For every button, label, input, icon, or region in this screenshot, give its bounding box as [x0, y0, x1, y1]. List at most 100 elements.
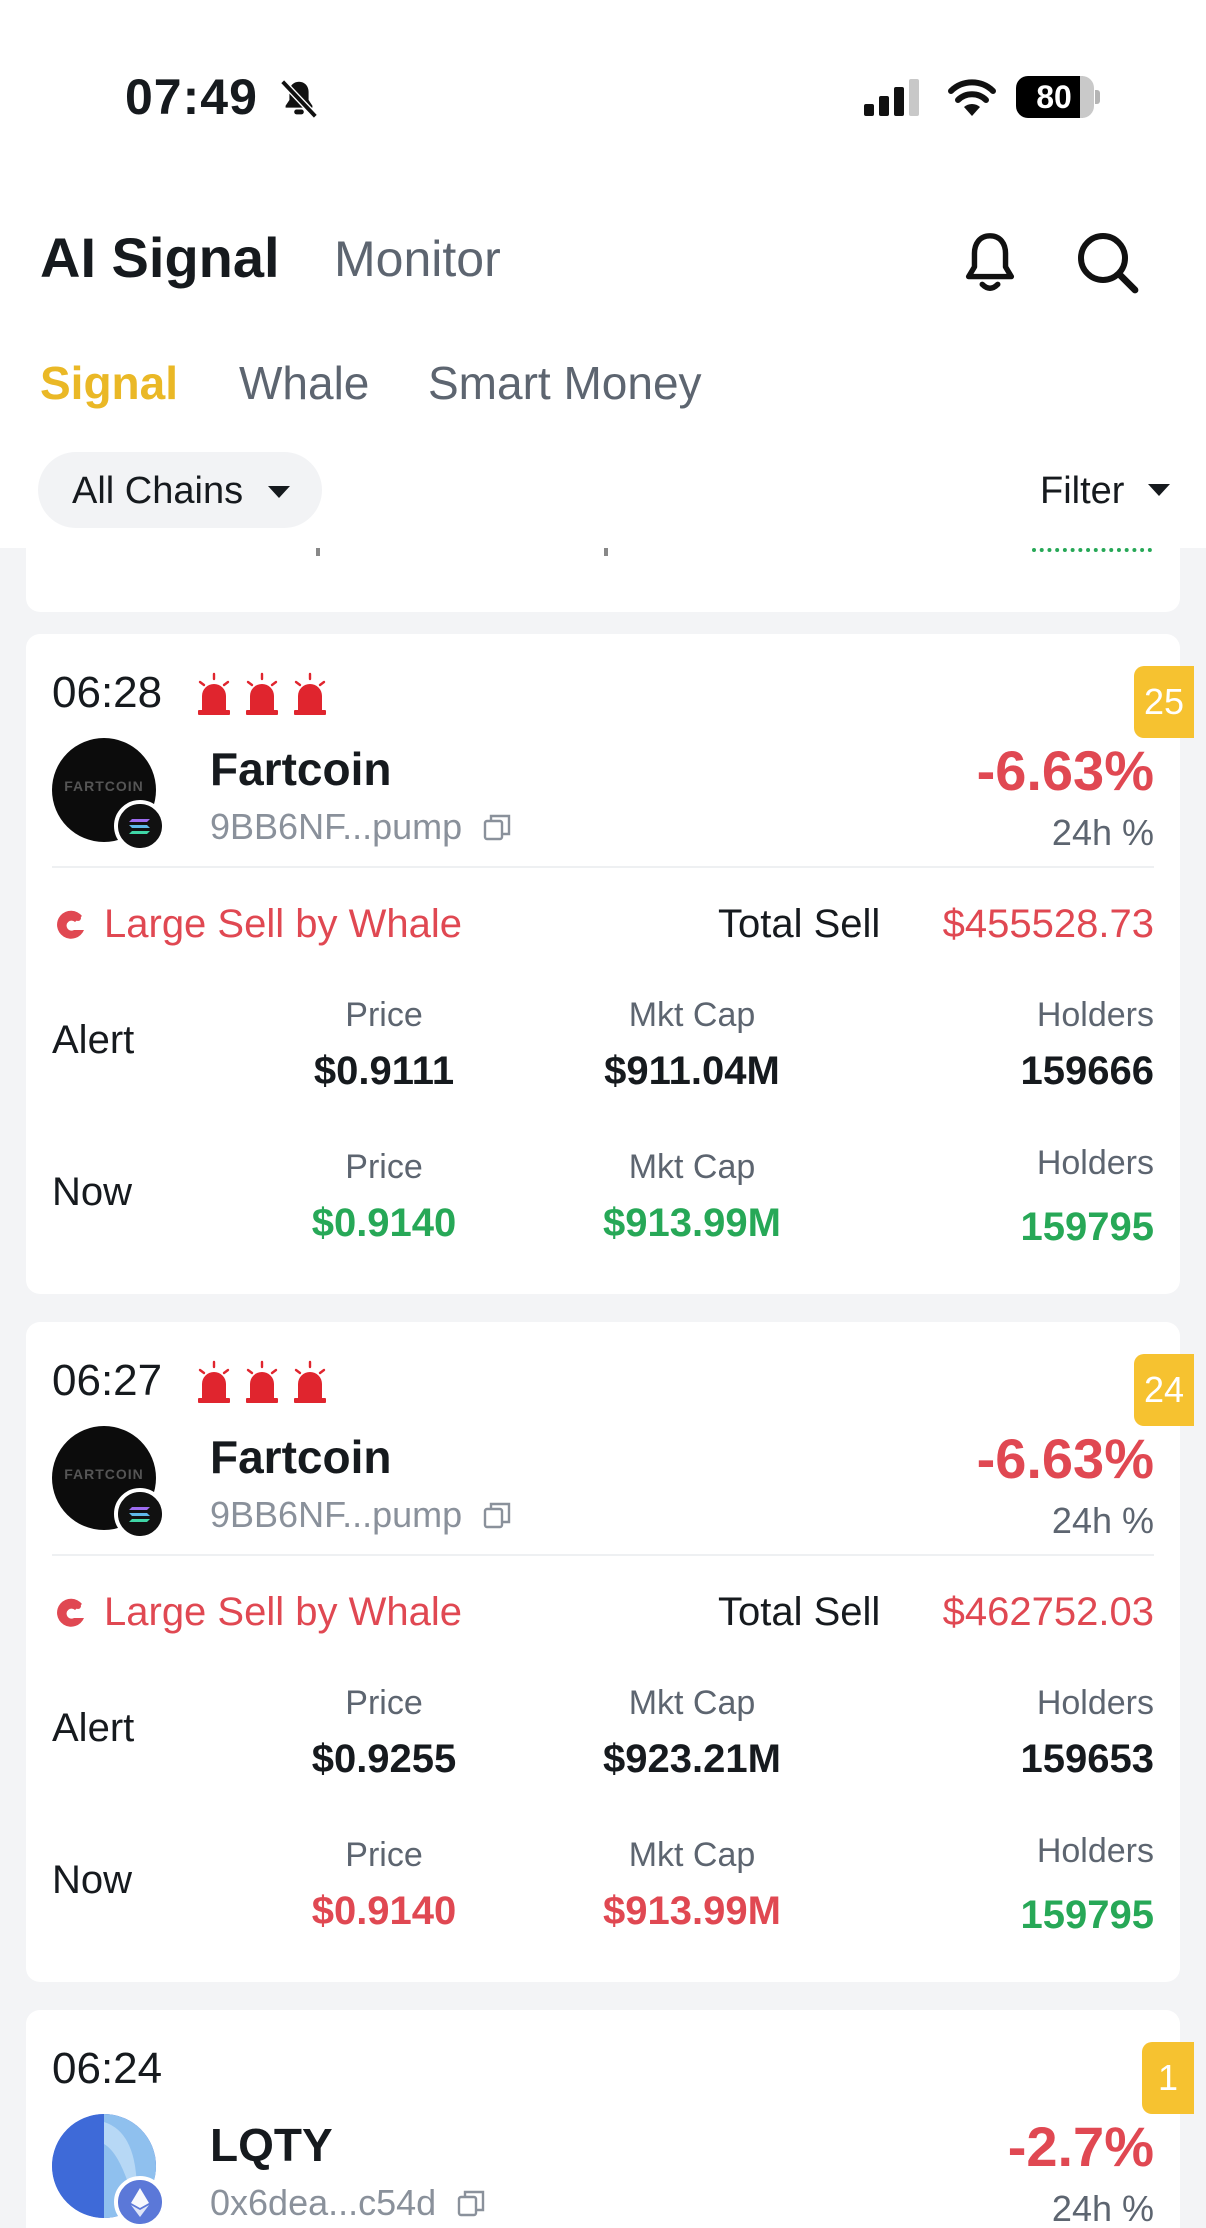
siren-alert-icon — [198, 672, 326, 715]
now-row-label: Now — [52, 1170, 133, 1214]
holders-label: Holders — [1036, 1684, 1154, 1722]
token-name[interactable]: LQTY — [210, 2118, 333, 2172]
holders-value: 159795 — [1020, 1205, 1154, 1249]
fartcoin-logo-icon: FARTCOIN — [64, 1466, 144, 1482]
solana-chain-icon — [114, 800, 166, 852]
token-address: 9BB6NF...pump — [210, 1494, 463, 1535]
now-mkt-cap: Mkt Cap $913.99M — [542, 1148, 842, 1246]
solana-chain-icon — [114, 1488, 166, 1540]
change-label: 24h % — [1051, 1500, 1154, 1541]
alert-holders: Holders 159666 — [854, 996, 1154, 1094]
signal-time: 06:28 — [52, 668, 163, 717]
signal-card[interactable]: 06:24 1 LQTY 0x6dea...c54d -2.7% 24h % — [26, 2010, 1194, 2228]
mkt-cap-value: $913.99M — [603, 1889, 781, 1933]
divider — [52, 1554, 1154, 1556]
battery-icon: 80 — [1016, 76, 1100, 118]
signal-card[interactable]: 06:27 24 FARTCOIN Fartcoin 9BB6NF...pump — [26, 1322, 1194, 1982]
chains-dropdown[interactable]: All Chains — [38, 452, 322, 528]
status-bar: 07:49 80 — [0, 0, 1206, 160]
price-label: Price — [345, 1684, 423, 1722]
copy-icon[interactable] — [482, 1500, 512, 1530]
token-name[interactable]: Fartcoin — [210, 1430, 391, 1484]
price-value: $0.9140 — [311, 1201, 457, 1245]
chains-dropdown-label: All Chains — [72, 470, 244, 512]
page-title: AI Signal — [40, 226, 280, 289]
filter-button[interactable]: Filter — [1040, 470, 1170, 513]
mkt-cap-label: Mkt Cap — [628, 1148, 756, 1186]
total-sell-label: Total Sell — [718, 1590, 881, 1634]
search-icon[interactable] — [1075, 230, 1139, 294]
event-label: Large Sell by Whale — [104, 902, 462, 946]
holders-label: Holders — [1036, 1832, 1154, 1870]
signal-time: 06:27 — [52, 1356, 163, 1405]
now-row-label: Now — [52, 1858, 133, 1902]
mkt-cap-value: $923.21M — [603, 1737, 781, 1781]
holders-label: Holders — [1036, 996, 1154, 1034]
tab-signal[interactable]: Signal — [40, 356, 178, 410]
battery-level: 80 — [1036, 79, 1072, 115]
cellular-signal-icon — [864, 79, 919, 116]
price-value: $0.9255 — [311, 1737, 457, 1781]
now-mkt-cap: Mkt Cap $913.99M — [542, 1836, 842, 1934]
alert-price: Price $0.9255 — [234, 1684, 534, 1782]
change-label: 24h % — [1051, 2188, 1154, 2228]
signal-time: 06:24 — [52, 2044, 163, 2093]
status-time: 07:49 — [125, 69, 258, 125]
now-price: Price $0.9140 — [234, 1836, 534, 1934]
whale-sell-icon — [57, 910, 84, 939]
alert-mkt-cap: Mkt Cap $911.04M — [542, 996, 842, 1094]
alert-holders: Holders 159653 — [854, 1684, 1154, 1782]
now-price: Price $0.9140 — [234, 1148, 534, 1246]
bell-icon[interactable] — [960, 230, 1020, 296]
ethereum-chain-icon — [114, 2176, 166, 2228]
signal-card-partial[interactable] — [26, 548, 1180, 612]
change-percent: -6.63% — [976, 1427, 1154, 1490]
signal-card[interactable]: 06:28 25 FARTCOIN Fartcoin 9BB6NF...pump — [26, 634, 1194, 1294]
alert-mkt-cap: Mkt Cap $923.21M — [542, 1684, 842, 1782]
price-value: $0.9140 — [311, 1889, 457, 1933]
price-label: Price — [345, 1836, 423, 1874]
total-sell-value: $455528.73 — [942, 902, 1154, 946]
price-label: Price — [345, 1148, 423, 1186]
mkt-cap-label: Mkt Cap — [628, 996, 756, 1034]
whale-sell-icon — [57, 1598, 84, 1627]
holders-value: 159666 — [1020, 1049, 1154, 1093]
siren-alert-icon — [198, 1360, 326, 1403]
tab-smart-money[interactable]: Smart Money — [428, 356, 702, 410]
total-sell-label: Total Sell — [718, 902, 881, 946]
token-address: 0x6dea...c54d — [210, 2182, 437, 2223]
copy-icon[interactable] — [482, 812, 512, 842]
now-holders: Holders 159795 — [854, 1832, 1154, 1938]
rank-badge: 25 — [1133, 666, 1194, 738]
mkt-cap-value: $911.04M — [604, 1049, 780, 1093]
now-holders: Holders 159795 — [854, 1144, 1154, 1250]
alert-row-label: Alert — [52, 1018, 135, 1062]
copy-icon[interactable] — [456, 2188, 486, 2218]
total-sell-value: $462752.03 — [942, 1590, 1154, 1634]
token-name[interactable]: Fartcoin — [210, 742, 391, 796]
rank-badge: 1 — [1142, 2042, 1194, 2114]
holders-value: 159653 — [1020, 1737, 1154, 1781]
tab-whale[interactable]: Whale — [239, 356, 369, 410]
monitor-link[interactable]: Monitor — [334, 230, 501, 288]
alert-row-label: Alert — [52, 1706, 135, 1750]
caret-down-icon — [1148, 484, 1170, 496]
mkt-cap-label: Mkt Cap — [628, 1836, 756, 1874]
change-percent: -6.63% — [976, 739, 1154, 802]
signal-list[interactable]: 06:28 25 FARTCOIN Fartcoin 9BB6NF...pump — [0, 548, 1206, 2228]
wifi-icon — [948, 79, 996, 116]
mkt-cap-value: $913.99M — [603, 1201, 781, 1245]
bell-slash-icon — [280, 79, 318, 119]
alert-price: Price $0.9111 — [234, 996, 534, 1094]
rank-badge: 24 — [1133, 1354, 1194, 1426]
holders-label: Holders — [1036, 1144, 1154, 1182]
fartcoin-logo-icon: FARTCOIN — [64, 778, 144, 794]
price-label: Price — [345, 996, 423, 1034]
change-percent: -2.7% — [1007, 2115, 1154, 2178]
divider — [52, 866, 1154, 868]
token-address: 9BB6NF...pump — [210, 806, 463, 847]
holders-value: 159795 — [1020, 1893, 1154, 1937]
event-label: Large Sell by Whale — [104, 1590, 462, 1634]
caret-down-icon — [268, 486, 290, 498]
price-value: $0.9111 — [313, 1049, 455, 1093]
